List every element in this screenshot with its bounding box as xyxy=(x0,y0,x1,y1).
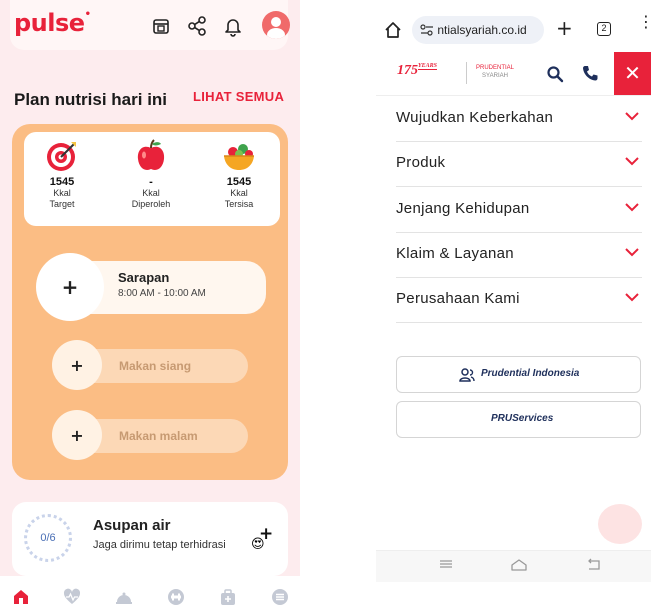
kcal-target-unit: Kkal xyxy=(53,188,71,198)
pruservices-label: PRUServices xyxy=(491,413,554,424)
prudential-indonesia-label: Prudential Indonesia xyxy=(481,368,580,379)
chevron-down-icon xyxy=(625,157,639,166)
system-home-icon[interactable] xyxy=(510,558,528,572)
175-years-logo[interactable]: 175YEARS xyxy=(397,63,438,79)
plan-title: Plan nutrisi hari ini xyxy=(14,90,168,109)
salad-bowl-icon xyxy=(224,144,254,170)
lunch-title: Makan siang xyxy=(119,359,192,373)
bell-icon[interactable] xyxy=(222,15,244,37)
users-icon xyxy=(459,368,475,382)
kcal-earned-unit: Kkal xyxy=(142,188,160,198)
insurance-icon[interactable] xyxy=(219,588,237,606)
kcal-earned: - Kkal Diperoleh xyxy=(121,138,181,210)
chevron-down-icon xyxy=(625,248,639,257)
store-icon[interactable] xyxy=(150,15,172,37)
browser-home-icon[interactable] xyxy=(384,21,402,39)
services-icon[interactable] xyxy=(115,588,133,606)
apple-icon xyxy=(137,139,165,170)
menu-item-label: Produk xyxy=(396,154,446,171)
tab-switcher-button[interactable]: 2 xyxy=(597,22,611,36)
menu-item-label: Perusahaan Kami xyxy=(396,290,520,307)
fitness-icon[interactable] xyxy=(167,588,185,606)
chevron-down-icon xyxy=(625,203,639,212)
chevron-down-icon xyxy=(625,293,639,302)
kcal-remaining: 1545 Kkal Tersisa xyxy=(209,138,269,210)
menu-item-label: Klaim & Layanan xyxy=(396,245,514,262)
breakfast-time: 8:00 AM - 10:00 AM xyxy=(118,288,206,299)
kcal-target-value: 1545 xyxy=(49,176,75,188)
home-icon[interactable] xyxy=(12,588,30,606)
kcal-remaining-value: 1545 xyxy=(226,176,252,188)
menu-item-jenjang-kehidupan[interactable]: Jenjang Kehidupan xyxy=(396,188,642,233)
see-all-link[interactable]: LIHAT SEMUA xyxy=(193,89,284,104)
recent-apps-icon[interactable] xyxy=(438,558,454,570)
breakfast-title: Sarapan xyxy=(118,270,170,285)
pruservices-button[interactable]: PRUServices xyxy=(396,401,641,438)
add-water-button[interactable]: + xyxy=(259,524,273,544)
kcal-target-label: Target xyxy=(49,199,75,209)
new-tab-button[interactable]: + xyxy=(556,16,573,40)
close-menu-button[interactable]: ✕ xyxy=(614,52,651,95)
share-icon[interactable] xyxy=(186,15,208,37)
add-dinner-button[interactable]: + xyxy=(52,410,102,460)
kcal-earned-value: - xyxy=(149,176,153,188)
back-icon[interactable] xyxy=(586,558,602,572)
dinner-title: Makan malam xyxy=(119,429,198,443)
menu-item-perusahaan-kami[interactable]: Perusahaan Kami xyxy=(396,278,642,323)
add-lunch-button[interactable]: + xyxy=(52,340,102,390)
prudential-indonesia-button[interactable]: Prudential Indonesia xyxy=(396,356,641,393)
kcal-remaining-label: Tersisa xyxy=(224,199,254,209)
phone-icon[interactable] xyxy=(581,64,599,82)
kcal-target: 1545 Kkal Target xyxy=(32,138,92,210)
menu-icon[interactable] xyxy=(271,588,289,606)
menu-item-klaim-layanan[interactable]: Klaim & Layanan xyxy=(396,233,642,278)
logo-divider xyxy=(466,62,467,84)
add-breakfast-button[interactable]: + xyxy=(36,253,104,321)
prudential-syariah-logo[interactable]: PRUDENTIAL SYARIAH xyxy=(476,64,514,80)
url-text: ntialsyariah.co.id xyxy=(437,23,527,37)
background-decoration xyxy=(598,504,642,544)
menu-item-produk[interactable]: Produk xyxy=(396,142,642,187)
kcal-earned-label: Diperoleh xyxy=(131,199,171,209)
site-settings-icon[interactable] xyxy=(420,24,434,36)
water-progress: 0/6 xyxy=(24,514,72,562)
kcal-remaining-unit: Kkal xyxy=(230,188,248,198)
menu-item-label: Wujudkan Keberkahan xyxy=(396,109,554,126)
browser-menu-button[interactable]: ⋮ xyxy=(638,14,651,30)
menu-item-wujudkan-keberkahan[interactable]: Wujudkan Keberkahan xyxy=(396,97,642,142)
chevron-down-icon xyxy=(625,112,639,121)
url-bar[interactable]: ntialsyariah.co.id xyxy=(412,16,544,44)
health-icon[interactable] xyxy=(63,588,81,606)
target-icon xyxy=(47,142,76,171)
search-icon[interactable] xyxy=(546,65,564,83)
bottom-nav xyxy=(0,584,300,608)
water-title: Asupan air xyxy=(93,517,171,534)
pulse-logo[interactable]: pulse• xyxy=(14,9,91,37)
water-subtitle: Jaga dirimu tetap terhidrasi xyxy=(93,539,226,551)
menu-item-label: Jenjang Kehidupan xyxy=(396,200,530,217)
avatar[interactable] xyxy=(262,11,290,39)
